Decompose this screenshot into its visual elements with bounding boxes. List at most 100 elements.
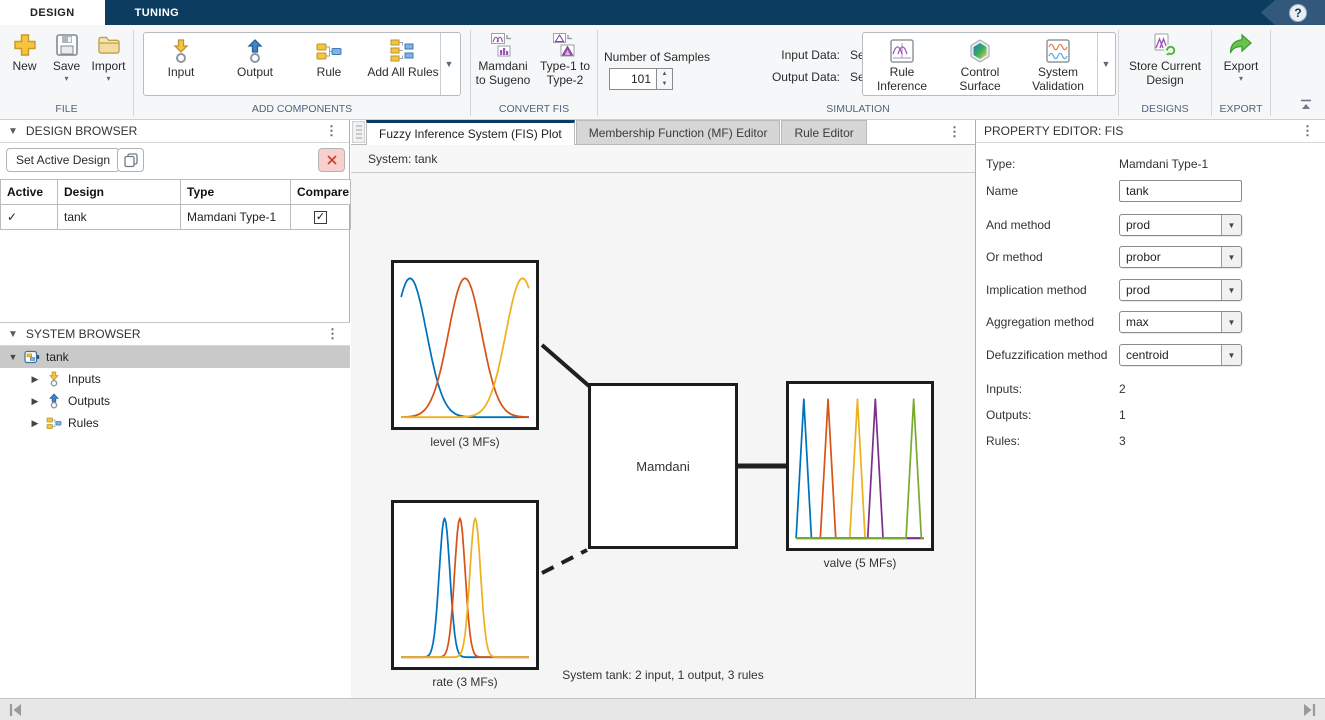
name-field[interactable] <box>1119 180 1242 202</box>
copy-icon <box>123 152 139 168</box>
expander-open-icon[interactable]: ▼ <box>8 352 18 362</box>
design-browser-menu-icon[interactable]: ⋮ <box>322 123 341 139</box>
type1-to-type2-icon <box>552 32 578 58</box>
new-button[interactable]: New <box>4 25 46 103</box>
collapse-chevron-icon[interactable]: ▼ <box>8 329 18 340</box>
tab-fis-plot[interactable]: Fuzzy Inference System (FIS) Plot <box>366 120 575 145</box>
column-header-type[interactable]: Type <box>181 180 291 205</box>
spinner-up-button[interactable]: ▲ <box>657 69 672 79</box>
outputs-icon <box>46 393 62 409</box>
compare-checkbox[interactable]: ✓ <box>314 211 327 224</box>
system-validation-icon <box>1045 38 1071 64</box>
save-button[interactable]: Save ▾ <box>46 25 88 103</box>
import-button[interactable]: Import ▾ <box>88 25 130 103</box>
collapse-right-panel-button[interactable] <box>1301 703 1317 717</box>
rules-label: Rules: <box>986 434 1119 448</box>
convert-fis-section-label: CONVERT FIS <box>471 103 597 119</box>
outputs-value: 1 <box>1119 408 1126 422</box>
tab-mf-editor[interactable]: Membership Function (MF) Editor <box>576 120 781 144</box>
property-row-inputs: Inputs: 2 <box>986 378 1317 400</box>
input-rate-box[interactable] <box>391 500 539 670</box>
output-icon <box>242 38 268 64</box>
add-input-button[interactable]: Input <box>144 33 218 95</box>
column-header-design[interactable]: Design <box>58 180 181 205</box>
property-row-or-method: Or method probor ▼ <box>986 246 1317 268</box>
system-browser-panel: ▼ SYSTEM BROWSER ⋮ ▼ tank ▶ Inputs ▶ Out… <box>0 322 350 698</box>
tree-item-rules[interactable]: ▶ Rules <box>0 412 350 434</box>
spinner-down-button[interactable]: ▼ <box>657 79 672 89</box>
aggregation-method-label: Aggregation method <box>986 315 1119 329</box>
table-row[interactable]: ✓ tank Mamdani Type-1 ✓ <box>1 205 351 230</box>
aggregation-method-dropdown[interactable]: max ▼ <box>1119 311 1242 333</box>
simulation-gallery-dropdown[interactable]: ▼ <box>1097 33 1114 95</box>
property-editor-panel: PROPERTY EDITOR: FIS ⋮ Type: Mamdani Typ… <box>975 120 1325 698</box>
set-active-design-button[interactable]: Set Active Design <box>6 148 120 172</box>
rule-inference-button[interactable]: Rule Inference <box>863 33 941 95</box>
help-button[interactable]: ? <box>1289 4 1307 22</box>
delete-design-button[interactable] <box>318 148 345 172</box>
tree-item-inputs[interactable]: ▶ Inputs <box>0 368 350 390</box>
or-method-label: Or method <box>986 250 1119 264</box>
mamdani-to-sugeno-button[interactable]: Mamdani to Sugeno <box>472 25 534 103</box>
tab-design[interactable]: DESIGN <box>0 0 105 25</box>
number-of-samples-input[interactable] <box>609 68 657 90</box>
copy-design-button[interactable] <box>117 148 144 172</box>
simulation-gallery: Rule Inference Control Surface System Va… <box>862 32 1116 96</box>
fis-icon <box>24 349 40 365</box>
expander-closed-icon[interactable]: ▶ <box>30 418 40 429</box>
column-header-active[interactable]: Active <box>1 180 58 205</box>
input-level-box[interactable] <box>391 260 539 430</box>
implication-method-label: Implication method <box>986 283 1119 297</box>
expander-closed-icon[interactable]: ▶ <box>30 374 40 385</box>
add-rule-button[interactable]: Rule <box>292 33 366 95</box>
output-valve-box[interactable] <box>786 381 934 551</box>
document-grip-handle[interactable] <box>352 121 365 143</box>
tree-item-label: tank <box>46 350 69 364</box>
defuzzification-method-dropdown[interactable]: centroid ▼ <box>1119 344 1242 366</box>
import-label: Import <box>91 60 125 74</box>
tab-tuning[interactable]: TUNING <box>105 0 210 25</box>
export-button[interactable]: Export ▾ <box>1215 25 1267 103</box>
chevron-down-icon[interactable]: ▼ <box>1221 345 1241 365</box>
save-label: Save <box>53 60 80 74</box>
column-header-compare[interactable]: Compare <box>291 180 351 205</box>
property-row-defuzzification: Defuzzification method centroid ▼ <box>986 344 1317 366</box>
mamdani-to-sugeno-label: Mamdani to Sugeno <box>472 60 534 88</box>
property-row-aggregation: Aggregation method max ▼ <box>986 311 1317 333</box>
toolstrip: New Save ▾ Import ▾ FILE <box>0 25 1325 120</box>
chevron-down-icon[interactable]: ▼ <box>1221 312 1241 332</box>
type1-to-type2-button[interactable]: Type-1 to Type-2 <box>534 25 596 103</box>
expander-closed-icon[interactable]: ▶ <box>30 396 40 407</box>
property-editor-menu-icon[interactable]: ⋮ <box>1298 123 1317 139</box>
implication-method-dropdown[interactable]: prod ▼ <box>1119 279 1242 301</box>
help-banner: ? <box>1261 0 1325 25</box>
chevron-down-icon[interactable]: ▼ <box>1221 247 1241 267</box>
collapse-left-panel-button[interactable] <box>8 703 24 717</box>
tree-item-outputs[interactable]: ▶ Outputs <box>0 390 350 412</box>
section-convert-fis: Mamdani to Sugeno Type-1 to Type-2 CONVE… <box>471 25 597 119</box>
system-browser-menu-icon[interactable]: ⋮ <box>323 326 342 342</box>
and-method-dropdown[interactable]: prod ▼ <box>1119 214 1242 236</box>
system-validation-button[interactable]: System Validation <box>1019 33 1097 95</box>
tree-item-tank[interactable]: ▼ tank <box>0 346 350 368</box>
add-output-button[interactable]: Output <box>218 33 292 95</box>
tab-rule-editor[interactable]: Rule Editor <box>781 120 866 144</box>
add-all-rules-button[interactable]: Add All Rules <box>366 33 440 95</box>
chevron-down-icon[interactable]: ▼ <box>1221 280 1241 300</box>
add-components-gallery-dropdown[interactable]: ▼ <box>440 33 457 95</box>
document-menu-icon[interactable]: ⋮ <box>948 124 961 140</box>
section-designs: Store Current Design DESIGNS <box>1119 25 1211 119</box>
add-output-label: Output <box>237 66 273 80</box>
mamdani-box[interactable]: Mamdani <box>588 383 738 549</box>
system-browser-title: SYSTEM BROWSER <box>26 327 141 341</box>
delete-x-icon <box>325 153 339 167</box>
collapse-toolstrip-button[interactable] <box>1299 99 1313 111</box>
or-method-dropdown[interactable]: probor ▼ <box>1119 246 1242 268</box>
number-of-samples-label: Number of Samples <box>604 50 710 64</box>
rule-inference-icon <box>889 38 915 64</box>
store-current-design-button[interactable]: Store Current Design <box>1119 25 1211 103</box>
control-surface-button[interactable]: Control Surface <box>941 33 1019 95</box>
collapse-chevron-icon[interactable]: ▼ <box>8 126 18 137</box>
chevron-down-icon[interactable]: ▼ <box>1221 215 1241 235</box>
file-section-label: FILE <box>0 103 133 119</box>
